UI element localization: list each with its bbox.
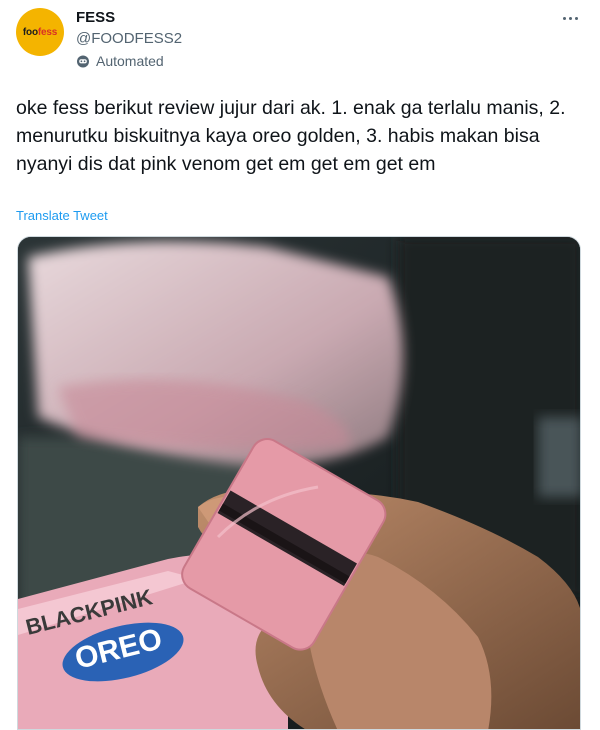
avatar-text-part1: foo	[22, 26, 38, 38]
avatar[interactable]: foo fess	[16, 8, 64, 56]
tweet-text: oke fess berikut review jujur dari ak. 1…	[16, 97, 571, 175]
robot-icon	[77, 55, 89, 68]
photo-illustration: BLACKPINK OREO	[18, 237, 580, 729]
automated-badge: Automated	[76, 53, 164, 69]
tweet-card: foo fess FESS @FOODFESS2 Automated oke fe…	[0, 0, 600, 730]
tweet-photo[interactable]: BLACKPINK OREO	[17, 236, 581, 730]
automated-label: Automated	[96, 53, 164, 69]
author-name[interactable]: FESS	[76, 9, 115, 26]
more-options-button[interactable]	[558, 8, 582, 28]
avatar-text-part2: fess	[37, 26, 58, 38]
author-handle[interactable]: @FOODFESS2	[76, 30, 182, 47]
more-horizontal-icon	[562, 16, 578, 20]
translate-tweet-link[interactable]: Translate Tweet	[16, 208, 108, 223]
